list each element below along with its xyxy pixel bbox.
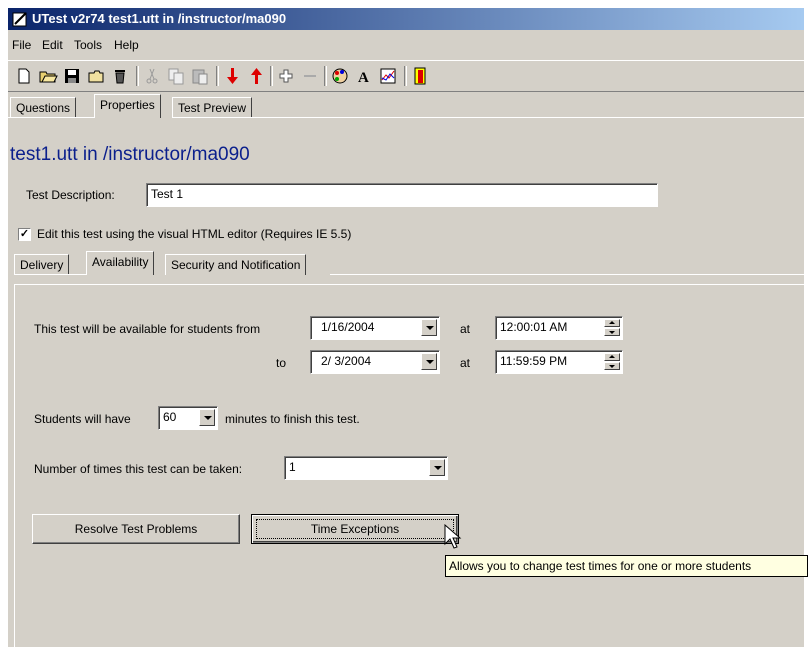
menu-edit[interactable]: Edit: [42, 38, 63, 52]
tooltip: Allows you to change test times for one …: [445, 555, 808, 577]
remove-icon[interactable]: [300, 66, 320, 86]
title-bar[interactable]: UTest v2r74 test1.utt in /instructor/ma0…: [8, 8, 804, 30]
add-icon[interactable]: [276, 66, 296, 86]
copy-icon[interactable]: [166, 66, 186, 86]
toolbar-separator: [324, 66, 327, 86]
menu-tools[interactable]: Tools: [74, 38, 102, 52]
availability-panel-frame: [14, 284, 805, 648]
folder-icon[interactable]: [86, 66, 106, 86]
save-icon[interactable]: [62, 66, 82, 86]
window-title: UTest v2r74 test1.utt in /instructor/ma0…: [32, 11, 287, 26]
html-editor-checkbox[interactable]: ✓: [18, 228, 31, 241]
mouse-pointer-icon: [444, 524, 462, 549]
tab-border: [172, 117, 804, 118]
toolbar-separator: [270, 66, 273, 86]
move-up-icon[interactable]: [246, 66, 266, 86]
tab-border: [8, 117, 94, 118]
tab-properties[interactable]: Properties: [94, 94, 161, 118]
page-title: test1.utt in /instructor/ma090: [10, 144, 250, 165]
tab-test-preview[interactable]: Test Preview: [172, 97, 253, 118]
paste-icon[interactable]: [190, 66, 210, 86]
menu-file[interactable]: File: [12, 38, 31, 52]
tab-questions[interactable]: Questions: [10, 97, 77, 118]
menu-help[interactable]: Help: [114, 38, 139, 52]
delete-icon[interactable]: [110, 66, 130, 86]
font-icon[interactable]: A: [354, 66, 374, 86]
app-icon: [12, 12, 27, 27]
cut-icon[interactable]: [142, 66, 162, 86]
subtab-availability[interactable]: Availability: [86, 251, 155, 275]
test-description-input[interactable]: Test 1: [146, 183, 658, 207]
menu-bar: File Edit Tools Help: [8, 34, 804, 56]
exit-icon[interactable]: [410, 66, 430, 86]
toolbar: A: [8, 60, 804, 92]
open-icon[interactable]: [38, 66, 58, 86]
svg-text:A: A: [358, 70, 369, 86]
toolbar-separator: [136, 66, 139, 86]
html-editor-label: Edit this test using the visual HTML edi…: [37, 227, 352, 241]
subtab-security-notification[interactable]: Security and Notification: [165, 254, 307, 275]
move-down-icon[interactable]: [222, 66, 242, 86]
new-icon[interactable]: [14, 66, 34, 86]
toolbar-separator: [404, 66, 407, 86]
chart-icon[interactable]: [378, 66, 398, 86]
palette-icon[interactable]: [330, 66, 350, 86]
test-description-label: Test Description:: [26, 188, 115, 202]
app-window: UTest v2r74 test1.utt in /instructor/ma0…: [8, 8, 805, 648]
tab-border: [330, 274, 804, 275]
tab-border: [14, 274, 86, 275]
subtab-delivery[interactable]: Delivery: [14, 254, 70, 275]
toolbar-separator: [216, 66, 219, 86]
